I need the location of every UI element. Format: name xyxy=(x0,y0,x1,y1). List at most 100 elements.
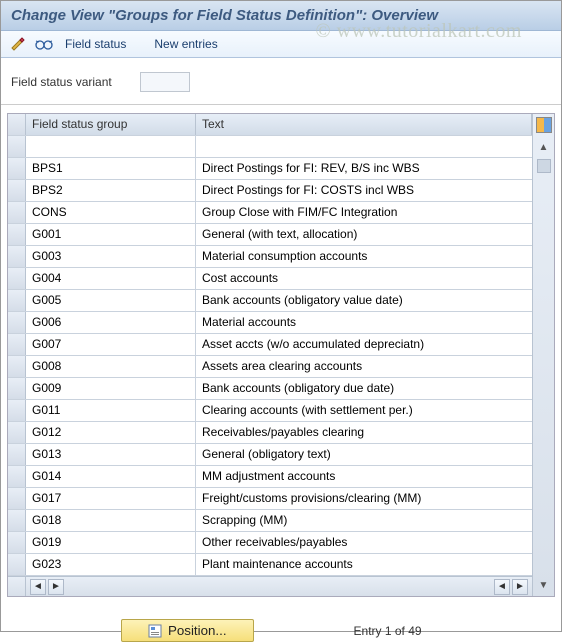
row-selector[interactable] xyxy=(8,422,26,443)
cell-field-status-group[interactable]: G009 xyxy=(26,378,196,399)
cell-text[interactable]: Other receivables/payables xyxy=(196,532,532,553)
cell-text[interactable]: Plant maintenance accounts xyxy=(196,554,532,575)
row-selector[interactable] xyxy=(8,312,26,333)
select-all-cell[interactable] xyxy=(8,114,26,135)
hscroll-right-a-button[interactable]: ► xyxy=(48,579,64,595)
row-selector[interactable] xyxy=(8,510,26,531)
cell-text[interactable]: Scrapping (MM) xyxy=(196,510,532,531)
field-status-variant-label: Field status variant xyxy=(11,75,112,89)
cell-text[interactable]: MM adjustment accounts xyxy=(196,466,532,487)
hscroll-left-a-button[interactable]: ◄ xyxy=(30,579,46,595)
table-row[interactable]: G013General (obligatory text) xyxy=(8,444,532,466)
column-header-text[interactable]: Text xyxy=(196,114,532,135)
cell-field-status-group[interactable]: G006 xyxy=(26,312,196,333)
cell-text[interactable]: Cost accounts xyxy=(196,268,532,289)
table-row[interactable]: G012Receivables/payables clearing xyxy=(8,422,532,444)
new-entries-button[interactable]: New entries xyxy=(150,35,221,53)
cell-field-status-group[interactable]: G019 xyxy=(26,532,196,553)
cell-text[interactable]: Direct Postings for FI: COSTS incl WBS xyxy=(196,180,532,201)
row-selector[interactable] xyxy=(8,136,26,157)
table-row[interactable]: G019Other receivables/payables xyxy=(8,532,532,554)
scroll-thumb[interactable] xyxy=(537,159,551,173)
cell-field-status-group[interactable]: G014 xyxy=(26,466,196,487)
table-row[interactable]: G004Cost accounts xyxy=(8,268,532,290)
cell-text[interactable]: Receivables/payables clearing xyxy=(196,422,532,443)
column-header-fsg[interactable]: Field status group xyxy=(26,114,196,135)
cell-field-status-group[interactable]: G011 xyxy=(26,400,196,421)
row-selector[interactable] xyxy=(8,158,26,179)
row-selector[interactable] xyxy=(8,466,26,487)
cell-text[interactable]: Material accounts xyxy=(196,312,532,333)
cell-field-status-group[interactable]: BPS2 xyxy=(26,180,196,201)
row-selector[interactable] xyxy=(8,356,26,377)
configure-columns-icon[interactable] xyxy=(535,115,553,135)
table-row[interactable]: G018Scrapping (MM) xyxy=(8,510,532,532)
cell-text[interactable]: Clearing accounts (with settlement per.) xyxy=(196,400,532,421)
cell-field-status-group[interactable] xyxy=(26,136,196,157)
position-button-label: Position... xyxy=(168,623,227,638)
cell-text[interactable]: Bank accounts (obligatory due date) xyxy=(196,378,532,399)
row-selector[interactable] xyxy=(8,268,26,289)
field-status-variant-input[interactable] xyxy=(140,72,190,92)
scroll-down-button[interactable]: ▼ xyxy=(535,575,553,595)
table-row[interactable]: G017Freight/customs provisions/clearing … xyxy=(8,488,532,510)
cell-text[interactable]: Direct Postings for FI: REV, B/S inc WBS xyxy=(196,158,532,179)
cell-field-status-group[interactable]: G003 xyxy=(26,246,196,267)
position-button[interactable]: Position... xyxy=(121,619,254,642)
cell-field-status-group[interactable]: G023 xyxy=(26,554,196,575)
table-row[interactable]: G005Bank accounts (obligatory value date… xyxy=(8,290,532,312)
scroll-up-button[interactable]: ▲ xyxy=(535,137,553,157)
cell-text[interactable]: Group Close with FIM/FC Integration xyxy=(196,202,532,223)
cell-field-status-group[interactable]: BPS1 xyxy=(26,158,196,179)
cell-field-status-group[interactable]: G013 xyxy=(26,444,196,465)
row-selector[interactable] xyxy=(8,334,26,355)
table-row[interactable]: G003Material consumption accounts xyxy=(8,246,532,268)
table-row[interactable]: G006Material accounts xyxy=(8,312,532,334)
row-selector[interactable] xyxy=(8,378,26,399)
cell-field-status-group[interactable]: G005 xyxy=(26,290,196,311)
row-selector[interactable] xyxy=(8,224,26,245)
field-status-button[interactable]: Field status xyxy=(61,35,130,53)
hscroll-right-b-button[interactable]: ► xyxy=(512,579,528,595)
row-selector[interactable] xyxy=(8,400,26,421)
cell-field-status-group[interactable]: G017 xyxy=(26,488,196,509)
row-selector[interactable] xyxy=(8,444,26,465)
table-row[interactable]: CONSGroup Close with FIM/FC Integration xyxy=(8,202,532,224)
row-selector[interactable] xyxy=(8,488,26,509)
table-row[interactable]: BPS2Direct Postings for FI: COSTS incl W… xyxy=(8,180,532,202)
cell-text[interactable]: Assets area clearing accounts xyxy=(196,356,532,377)
row-selector[interactable] xyxy=(8,290,26,311)
cell-text[interactable]: Asset accts (w/o accumulated depreciatn) xyxy=(196,334,532,355)
row-selector[interactable] xyxy=(8,180,26,201)
table-row[interactable]: G009Bank accounts (obligatory due date) xyxy=(8,378,532,400)
hscroll-left-b-button[interactable]: ◄ xyxy=(494,579,510,595)
cell-field-status-group[interactable]: G001 xyxy=(26,224,196,245)
cell-text[interactable]: Freight/customs provisions/clearing (MM) xyxy=(196,488,532,509)
cell-text[interactable] xyxy=(196,136,532,157)
cell-text[interactable]: General (with text, allocation) xyxy=(196,224,532,245)
table-row[interactable]: G008Assets area clearing accounts xyxy=(8,356,532,378)
table-row[interactable]: BPS1Direct Postings for FI: REV, B/S inc… xyxy=(8,158,532,180)
row-selector[interactable] xyxy=(8,532,26,553)
table-row[interactable]: G014MM adjustment accounts xyxy=(8,466,532,488)
table-row[interactable]: G023Plant maintenance accounts xyxy=(8,554,532,576)
table-row[interactable]: G007Asset accts (w/o accumulated depreci… xyxy=(8,334,532,356)
table-row[interactable] xyxy=(8,136,532,158)
cell-field-status-group[interactable]: CONS xyxy=(26,202,196,223)
footer: Position... Entry 1 of 49 xyxy=(1,619,561,642)
row-selector[interactable] xyxy=(8,554,26,575)
cell-field-status-group[interactable]: G004 xyxy=(26,268,196,289)
cell-field-status-group[interactable]: G007 xyxy=(26,334,196,355)
cell-field-status-group[interactable]: G012 xyxy=(26,422,196,443)
cell-text[interactable]: Bank accounts (obligatory value date) xyxy=(196,290,532,311)
table-row[interactable]: G001General (with text, allocation) xyxy=(8,224,532,246)
row-selector[interactable] xyxy=(8,246,26,267)
glasses-icon[interactable] xyxy=(35,35,53,53)
cell-field-status-group[interactable]: G008 xyxy=(26,356,196,377)
cell-text[interactable]: Material consumption accounts xyxy=(196,246,532,267)
table-row[interactable]: G011Clearing accounts (with settlement p… xyxy=(8,400,532,422)
cell-text[interactable]: General (obligatory text) xyxy=(196,444,532,465)
row-selector[interactable] xyxy=(8,202,26,223)
cell-field-status-group[interactable]: G018 xyxy=(26,510,196,531)
toggle-display-icon[interactable] xyxy=(9,35,27,53)
